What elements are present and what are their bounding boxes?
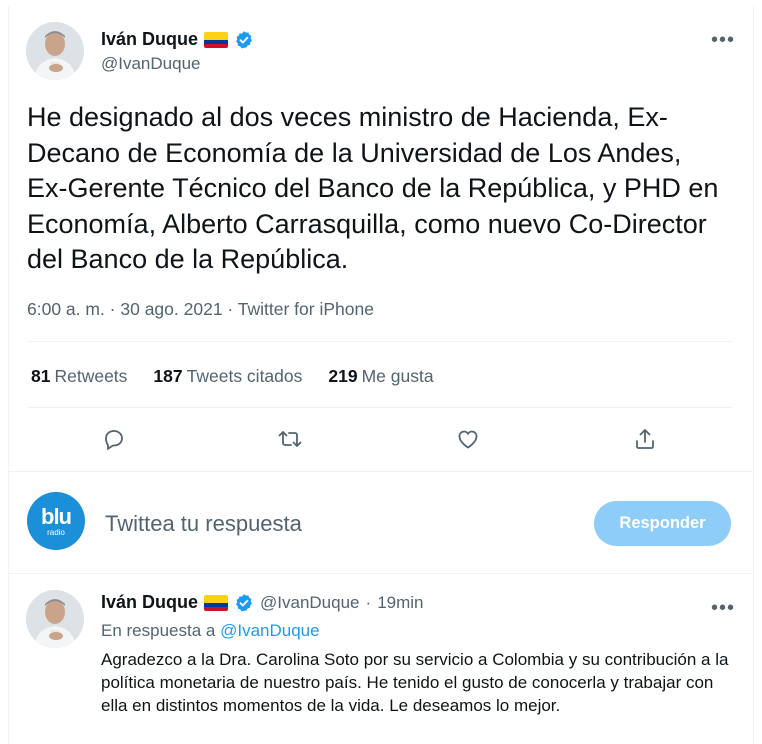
author-row: Iván Duque	[101, 29, 254, 50]
in-reply-prefix: En respuesta a	[101, 621, 216, 640]
like-icon[interactable]	[452, 423, 484, 455]
reply-author-avatar[interactable]	[26, 590, 84, 648]
colombia-flag-icon	[204, 594, 229, 611]
reply-button[interactable]: Responder	[594, 501, 731, 546]
author-name[interactable]: Iván Duque	[101, 29, 198, 50]
share-icon[interactable]	[629, 423, 661, 455]
reply-timestamp[interactable]: 19min	[377, 593, 423, 613]
separator: ·	[365, 592, 372, 612]
reply-more-options-icon[interactable]: •••	[711, 598, 735, 618]
divider	[9, 573, 753, 574]
verified-badge-icon	[236, 593, 252, 611]
divider	[27, 407, 733, 408]
divider	[27, 341, 733, 342]
retweets-stat[interactable]: 81 Retweets	[31, 366, 127, 387]
tweet-actions	[0, 423, 762, 455]
reply-author-handle[interactable]: @IvanDuque	[260, 593, 360, 613]
tweet-stats: 81 Retweets 187 Tweets citados 219 Me gusta	[31, 366, 460, 387]
in-reply-handle-link[interactable]: @IvanDuque	[220, 621, 320, 640]
divider	[9, 471, 753, 472]
reply-author-row: Iván Duque @IvanDuque · 19min	[101, 592, 424, 613]
colombia-flag-icon	[204, 31, 229, 48]
avatar-logo-text: blu	[41, 503, 72, 529]
tweet-text: He designado al dos veces ministro de Ha…	[27, 102, 719, 274]
author-handle[interactable]: @IvanDuque	[101, 54, 201, 74]
reply-input[interactable]: Twittea tu respuesta	[105, 511, 302, 537]
avatar-logo-subtext: radio	[47, 527, 65, 537]
user-avatar[interactable]: blu radio	[27, 492, 85, 550]
verified-badge-icon	[236, 30, 252, 48]
reply-icon[interactable]	[98, 423, 130, 455]
retweet-icon[interactable]	[274, 423, 306, 455]
author-avatar[interactable]	[26, 22, 84, 80]
quote-tweets-stat[interactable]: 187 Tweets citados	[153, 366, 302, 387]
reply-author-name[interactable]: Iván Duque	[101, 592, 198, 613]
tweet-meta: 6:00 a. m. · 30 ago. 2021 · Twitter for …	[27, 299, 374, 319]
reply-composer: blu radio Twittea tu respuesta Responder	[27, 490, 733, 556]
more-options-icon[interactable]: •••	[711, 30, 735, 50]
likes-stat[interactable]: 219 Me gusta	[328, 366, 433, 387]
in-reply-to: En respuesta a @IvanDuque	[101, 621, 320, 641]
reply-tweet-text: Agradezco a la Dra. Carolina Soto por su…	[101, 650, 729, 715]
